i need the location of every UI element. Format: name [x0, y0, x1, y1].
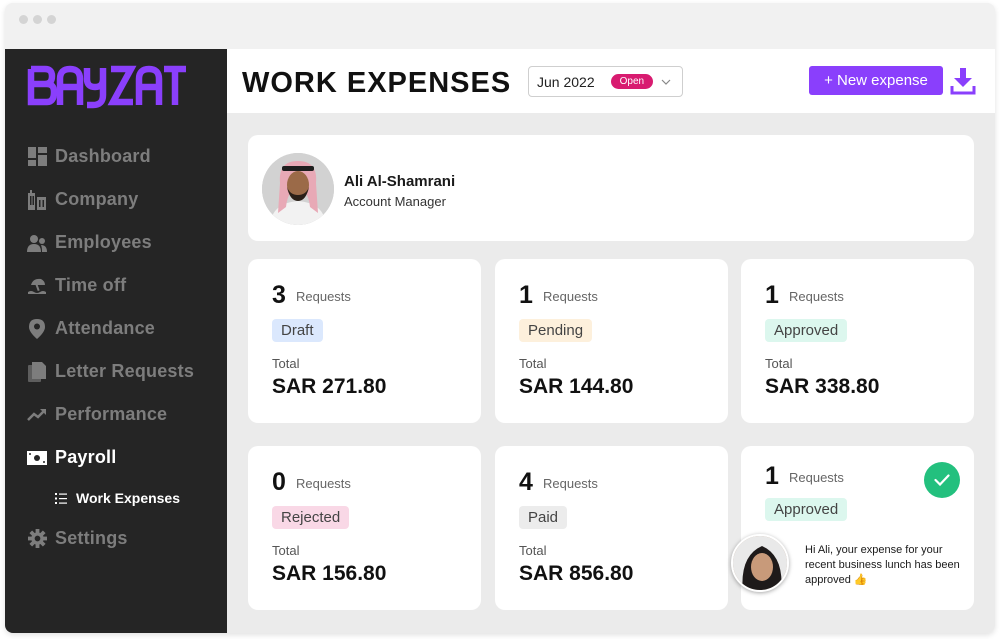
total-amount: SAR 338.80 — [765, 375, 880, 398]
status-badge-approved: Approved — [765, 498, 848, 521]
window-titlebar — [5, 3, 995, 49]
employee-avatar — [262, 153, 334, 225]
sidebar-item-label: Payroll — [55, 447, 117, 467]
sidebar-item-settings[interactable]: Settings — [27, 517, 227, 560]
money-bill-icon — [27, 448, 47, 468]
approved-summary-card[interactable]: 1 Requests Approved Total SAR 338.80 — [741, 259, 974, 423]
bayzat-logo[interactable] — [27, 65, 187, 109]
request-count: 4 — [519, 468, 533, 496]
sidebar-item-dashboard[interactable]: Dashboard — [27, 135, 227, 178]
period-dropdown[interactable]: Jun 2022 Open — [528, 66, 683, 97]
status-badge-paid: Paid — [519, 506, 568, 529]
requests-label: Requests — [789, 470, 844, 485]
request-count: 0 — [272, 468, 286, 496]
request-count: 3 — [272, 281, 286, 309]
company-buildings-icon — [27, 189, 47, 210]
sidebar-item-label: Settings — [55, 528, 128, 548]
period-value: Jun 2022 — [537, 73, 595, 90]
status-badge-rejected: Rejected — [272, 506, 350, 529]
period-status-badge: Open — [610, 74, 654, 89]
employee-role: Account Manager — [344, 194, 446, 209]
sidebar-item-payroll[interactable]: Payroll — [27, 436, 227, 479]
window-dot-minimize[interactable] — [33, 15, 42, 24]
sidebar-item-performance[interactable]: Performance — [27, 393, 227, 436]
total-label: Total — [765, 356, 793, 371]
requests-label: Requests — [543, 289, 598, 304]
request-count: 1 — [519, 281, 533, 309]
total-amount: SAR 156.80 — [272, 562, 387, 585]
check-icon — [924, 462, 960, 498]
sidebar-item-employees[interactable]: Employees — [27, 221, 227, 264]
total-amount: SAR 856.80 — [519, 562, 634, 585]
location-pin-icon — [27, 318, 47, 339]
total-label: Total — [519, 543, 547, 558]
requests-label: Requests — [296, 289, 351, 304]
window-dot-close[interactable] — [19, 15, 28, 24]
total-label: Total — [272, 356, 300, 371]
sidebar-item-label: Letter Requests — [55, 361, 195, 381]
total-amount: SAR 271.80 — [272, 375, 387, 398]
employee-name: Ali Al-Shamrani — [344, 173, 456, 190]
sidebar-item-label: Time off — [55, 275, 127, 295]
request-count: 1 — [765, 462, 779, 490]
sidebar-item-label: Dashboard — [55, 146, 151, 166]
window-dot-maximize[interactable] — [47, 15, 56, 24]
window-controls — [19, 15, 56, 24]
pending-summary-card[interactable]: 1 Requests Pending Total SAR 144.80 — [495, 259, 728, 423]
approval-notification-card[interactable]: 1 Requests Approved Hi Ali, your expense… — [731, 446, 974, 610]
main-content: Ali Al-Shamrani Account Manager 3 Reques… — [227, 113, 995, 633]
request-count: 1 — [765, 281, 779, 309]
draft-summary-card[interactable]: 3 Requests Draft Total SAR 271.80 — [248, 259, 481, 423]
documents-icon — [27, 361, 47, 382]
approval-message: Hi Ali, your expense for your recent bus… — [805, 544, 960, 586]
sidebar: Dashboard Company Employees Time off Att… — [5, 49, 227, 633]
sidebar-item-company[interactable]: Company — [27, 178, 227, 221]
status-badge-draft: Draft — [272, 319, 323, 342]
employees-icon — [27, 233, 47, 253]
sidebar-item-letter-requests[interactable]: Letter Requests — [27, 350, 227, 393]
total-label: Total — [272, 543, 300, 558]
new-expense-button[interactable]: + New expense — [809, 66, 943, 95]
page-title: WORK EXPENSES — [242, 67, 512, 99]
download-icon[interactable] — [950, 67, 976, 95]
status-badge-approved: Approved — [765, 319, 848, 342]
sidebar-nav: Dashboard Company Employees Time off Att… — [27, 135, 227, 560]
requests-label: Requests — [543, 476, 598, 491]
list-icon — [55, 492, 67, 504]
trending-up-icon — [27, 405, 47, 425]
sidebar-item-time-off[interactable]: Time off — [27, 264, 227, 307]
total-label: Total — [519, 356, 547, 371]
requests-label: Requests — [296, 476, 351, 491]
sidebar-item-label: Company — [55, 189, 139, 209]
sidebar-item-attendance[interactable]: Attendance — [27, 307, 227, 350]
sidebar-subitem-work-expenses[interactable]: Work Expenses — [27, 479, 227, 517]
browser-window: Dashboard Company Employees Time off Att… — [5, 3, 995, 633]
chevron-down-icon — [661, 79, 671, 85]
sidebar-item-label: Attendance — [55, 318, 156, 338]
sidebar-subitem-label: Work Expenses — [76, 490, 181, 506]
gear-icon — [27, 529, 47, 549]
rejected-summary-card[interactable]: 0 Requests Rejected Total SAR 156.80 — [248, 446, 481, 610]
employee-profile-card: Ali Al-Shamrani Account Manager — [248, 135, 974, 241]
manager-avatar — [731, 534, 789, 592]
requests-label: Requests — [789, 289, 844, 304]
page-header: WORK EXPENSES Jun 2022 Open + New expens… — [227, 49, 995, 113]
status-badge-pending: Pending — [519, 319, 593, 342]
sidebar-item-label: Employees — [55, 232, 152, 252]
sidebar-item-label: Performance — [55, 404, 168, 424]
dashboard-icon — [27, 147, 47, 167]
beach-umbrella-icon — [27, 276, 47, 296]
paid-summary-card[interactable]: 4 Requests Paid Total SAR 856.80 — [495, 446, 728, 610]
total-amount: SAR 144.80 — [519, 375, 634, 398]
